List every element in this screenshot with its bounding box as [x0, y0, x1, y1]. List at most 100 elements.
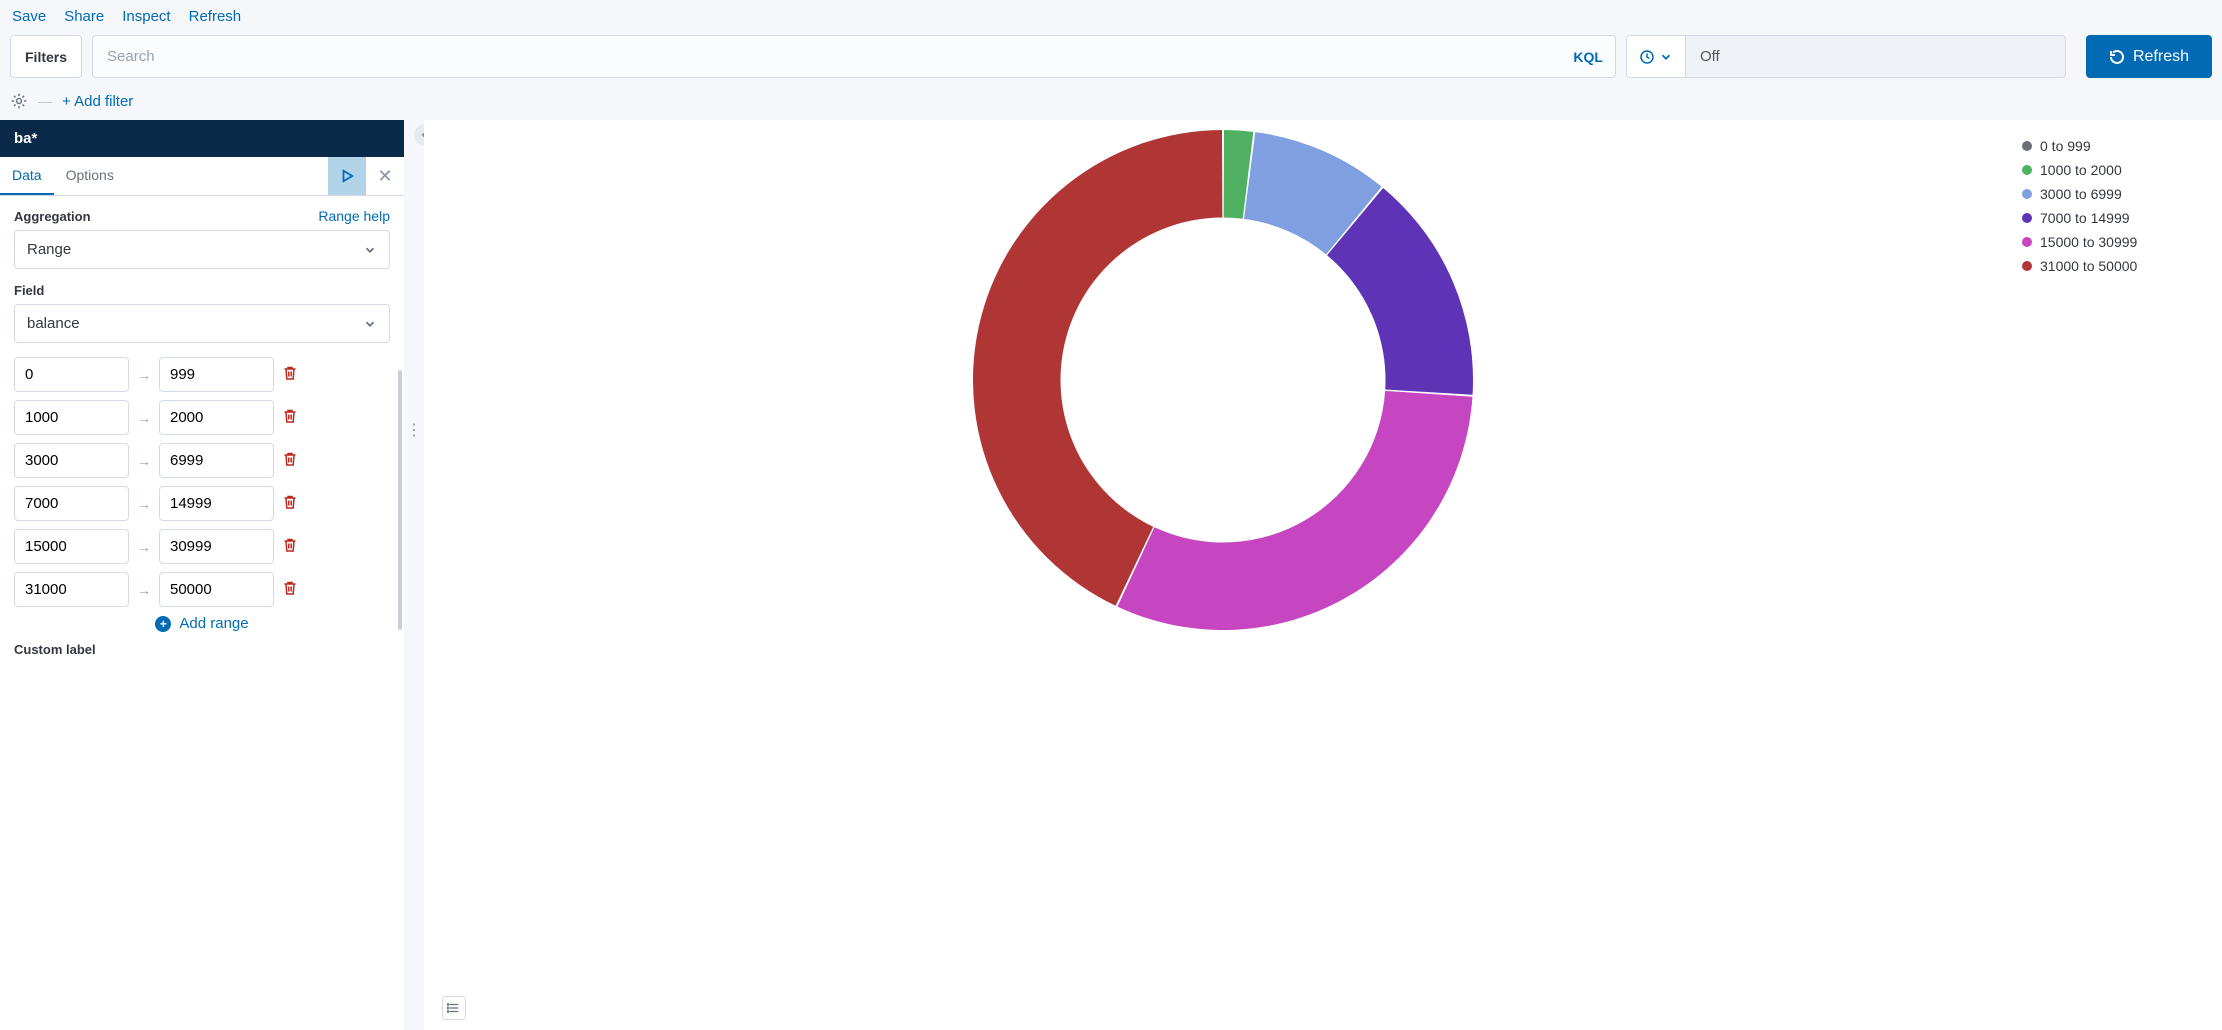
chart-canvas — [424, 120, 2022, 1030]
sidebar: ba* Data Options ✕ Aggregation Range hel… — [0, 120, 404, 1030]
legend-item[interactable]: 31000 to 50000 — [2022, 258, 2214, 274]
legend-swatch — [2022, 189, 2032, 199]
legend-item[interactable]: 7000 to 14999 — [2022, 210, 2214, 226]
range-row: → — [14, 572, 390, 607]
delete-range-button[interactable] — [282, 494, 298, 513]
close-icon: ✕ — [377, 166, 392, 187]
range-to-input[interactable] — [159, 443, 274, 478]
legend-swatch — [2022, 237, 2032, 247]
search-input[interactable] — [93, 36, 1615, 77]
add-filter-link[interactable]: + Add filter — [62, 93, 133, 110]
range-from-input[interactable] — [14, 529, 129, 564]
trash-icon — [282, 365, 298, 381]
agg-panel: Aggregation Range help Range Field balan… — [0, 196, 404, 1030]
range-help-link[interactable]: Range help — [318, 208, 390, 224]
refresh-button[interactable]: Refresh — [2086, 35, 2212, 78]
legend-item[interactable]: 0 to 999 — [2022, 138, 2214, 154]
index-pattern-selector[interactable]: ba* — [0, 120, 404, 157]
trash-icon — [282, 451, 298, 467]
chevron-down-icon — [1659, 50, 1673, 64]
ranges-list: → → → → → → — [14, 357, 390, 607]
nav-save[interactable]: Save — [12, 8, 46, 25]
search-box: KQL — [92, 35, 1616, 78]
resize-handle-icon[interactable]: ⋮ — [406, 420, 421, 440]
arrow-right-icon: → — [137, 582, 151, 598]
range-from-input[interactable] — [14, 486, 129, 521]
range-row: → — [14, 443, 390, 478]
legend-label: 31000 to 50000 — [2040, 258, 2137, 274]
sidebar-scrollbar[interactable] — [398, 370, 402, 630]
custom-label-label: Custom label — [14, 642, 390, 657]
filter-bar: — + Add filter — [0, 86, 2222, 120]
separator-icon: — — [38, 93, 52, 109]
delete-range-button[interactable] — [282, 580, 298, 599]
legend-swatch — [2022, 141, 2032, 151]
arrow-right-icon: → — [137, 496, 151, 512]
nav-share[interactable]: Share — [64, 8, 104, 25]
tab-data[interactable]: Data — [0, 157, 54, 195]
top-nav: Save Share Inspect Refresh — [0, 0, 2222, 31]
apply-changes-button[interactable] — [328, 157, 366, 195]
range-row: → — [14, 400, 390, 435]
range-row: → — [14, 357, 390, 392]
aggregation-value: Range — [27, 241, 71, 258]
tab-options[interactable]: Options — [54, 157, 126, 195]
donut-chart — [963, 120, 1483, 640]
trash-icon — [282, 494, 298, 510]
legend-item[interactable]: 15000 to 30999 — [2022, 234, 2214, 250]
field-select[interactable]: balance — [14, 304, 390, 343]
refresh-icon — [2109, 49, 2125, 65]
chart-slice[interactable] — [1117, 391, 1472, 630]
delete-range-button[interactable] — [282, 537, 298, 556]
range-from-input[interactable] — [14, 357, 129, 392]
range-from-input[interactable] — [14, 572, 129, 607]
trash-icon — [282, 408, 298, 424]
nav-refresh[interactable]: Refresh — [189, 8, 242, 25]
legend-item[interactable]: 3000 to 6999 — [2022, 186, 2214, 202]
range-to-input[interactable] — [159, 572, 274, 607]
range-to-input[interactable] — [159, 357, 274, 392]
range-from-input[interactable] — [14, 400, 129, 435]
list-icon — [447, 1001, 461, 1015]
range-to-input[interactable] — [159, 486, 274, 521]
range-row: → — [14, 486, 390, 521]
visualization-panel: 0 to 999 1000 to 2000 3000 to 6999 7000 to … — [424, 120, 2222, 1030]
legend-label: 7000 to 14999 — [2040, 210, 2130, 226]
range-to-input[interactable] — [159, 400, 274, 435]
legend-toggle-button[interactable] — [442, 996, 466, 1020]
discard-changes-button[interactable]: ✕ — [366, 157, 404, 195]
legend-swatch — [2022, 165, 2032, 175]
trash-icon — [282, 537, 298, 553]
nav-inspect[interactable]: Inspect — [122, 8, 170, 25]
gear-icon[interactable] — [10, 92, 28, 110]
arrow-right-icon: → — [137, 453, 151, 469]
chart-slice[interactable] — [973, 130, 1222, 606]
arrow-right-icon: → — [137, 367, 151, 383]
legend-swatch — [2022, 213, 2032, 223]
aggregation-select[interactable]: Range — [14, 230, 390, 269]
play-icon — [340, 169, 354, 183]
chart-legend: 0 to 999 1000 to 2000 3000 to 6999 7000 to … — [2022, 120, 2222, 1030]
chevron-down-icon — [363, 243, 377, 257]
aggregation-label: Aggregation — [14, 209, 91, 224]
field-value: balance — [27, 315, 80, 332]
refresh-button-label: Refresh — [2133, 48, 2189, 66]
range-from-input[interactable] — [14, 443, 129, 478]
time-picker-toggle[interactable] — [1626, 35, 1686, 78]
arrow-right-icon: → — [137, 410, 151, 426]
plus-icon: + — [155, 616, 171, 632]
time-range-display[interactable]: Off — [1686, 35, 2066, 78]
range-row: → — [14, 529, 390, 564]
add-range-button[interactable]: + Add range — [14, 615, 390, 632]
delete-range-button[interactable] — [282, 408, 298, 427]
field-label: Field — [14, 283, 44, 298]
delete-range-button[interactable] — [282, 451, 298, 470]
delete-range-button[interactable] — [282, 365, 298, 384]
sidebar-tabs: Data Options ✕ — [0, 157, 404, 196]
add-range-label: Add range — [179, 615, 248, 632]
time-picker: Off — [1626, 35, 2066, 78]
range-to-input[interactable] — [159, 529, 274, 564]
legend-item[interactable]: 1000 to 2000 — [2022, 162, 2214, 178]
query-bar: Filters KQL Off Refresh — [0, 31, 2222, 86]
arrow-right-icon: → — [137, 539, 151, 555]
